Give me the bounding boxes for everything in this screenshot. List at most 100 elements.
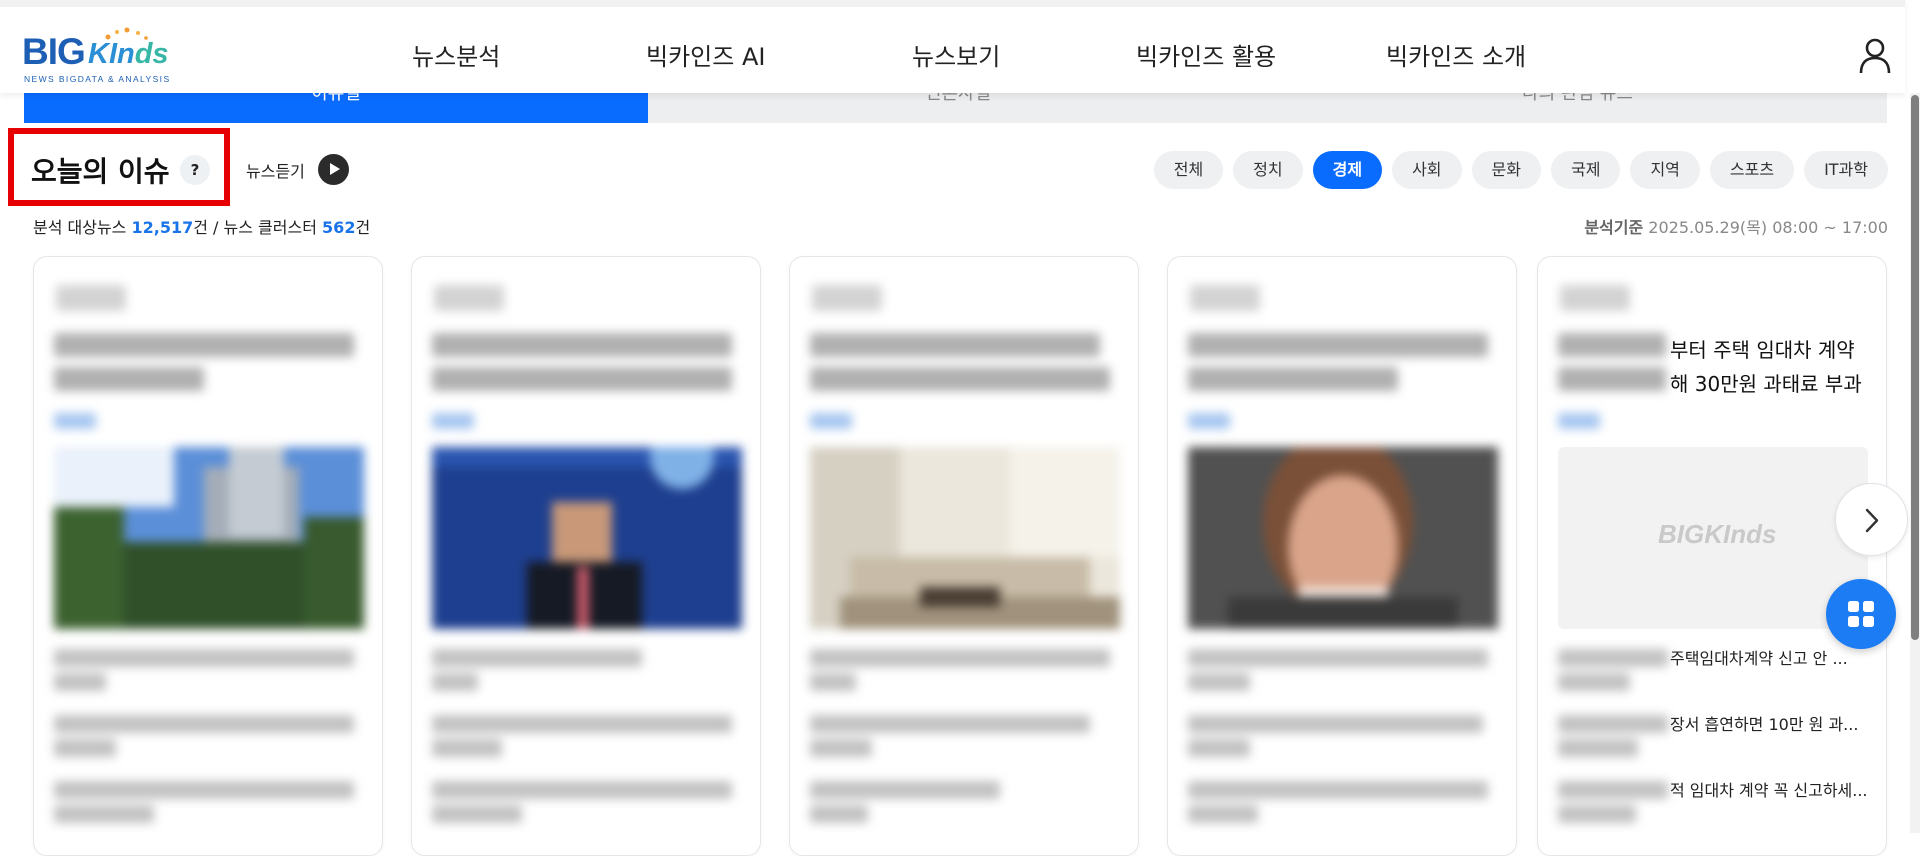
related-news-line xyxy=(810,739,872,757)
nav-bigkinds-ai[interactable]: 빅카인즈 AI xyxy=(646,37,765,72)
site-header: BIG KInds NEWS BIGDATA & ANALYSIS 뉴스분석 빅… xyxy=(0,0,1905,93)
page-title: 오늘의 이슈 xyxy=(31,155,170,188)
related-news-line xyxy=(1188,805,1258,823)
related-news-line xyxy=(1558,715,1668,733)
related-news-line xyxy=(54,649,354,667)
related-news-link[interactable]: 적 임대차 계약 꼭 신고하세... xyxy=(1670,777,1870,801)
card-title xyxy=(1558,333,1666,357)
related-news-line xyxy=(432,715,732,733)
related-news-line xyxy=(1558,649,1668,667)
card-source xyxy=(1188,413,1230,429)
related-news-line xyxy=(432,739,502,757)
related-news-line xyxy=(1188,715,1483,733)
news-count-label: 분석 대상뉴스 xyxy=(33,218,127,237)
related-news-line xyxy=(1188,673,1250,691)
issue-card[interactable] xyxy=(33,256,383,856)
related-news-line xyxy=(1188,781,1488,799)
issue-card[interactable] xyxy=(1167,256,1517,856)
issue-card[interactable]: 부터 주택 임대차 계약 해 30만원 과태료 부과 BIGKInds 주택임대… xyxy=(1537,256,1887,856)
nav-news-analysis[interactable]: 뉴스분석 xyxy=(412,37,500,72)
category-culture[interactable]: 문화 xyxy=(1471,151,1541,189)
related-news-line xyxy=(810,649,1110,667)
grid-icon xyxy=(1848,601,1874,627)
user-icon[interactable] xyxy=(1858,35,1892,75)
card-title-line: 해 30만원 과태료 부과 xyxy=(1670,372,1862,396)
play-icon[interactable] xyxy=(318,154,349,185)
issue-card[interactable] xyxy=(411,256,761,856)
category-economy[interactable]: 경제 xyxy=(1312,151,1383,189)
category-filter: 전체 정치 경제 사회 문화 국제 지역 스포츠 IT과학 xyxy=(1153,151,1888,189)
logo-big-text: BIG xyxy=(22,31,86,72)
category-international[interactable]: 국제 xyxy=(1550,151,1621,189)
nav-news-view[interactable]: 뉴스보기 xyxy=(912,37,1000,72)
card-source xyxy=(1558,413,1600,429)
card-title xyxy=(432,333,732,357)
related-news-line xyxy=(1188,649,1488,667)
related-news-link[interactable]: 장서 흡연하면 10만 원 과... xyxy=(1670,711,1870,735)
next-slide-button[interactable] xyxy=(1835,483,1908,556)
scrollbar-thumb[interactable] xyxy=(1911,95,1919,640)
analysis-basis: 분석기준 2025.05.29(목) 08:00 ~ 17:00 xyxy=(1584,214,1888,238)
related-news-line xyxy=(54,739,116,757)
listen-news-label: 뉴스듣기 xyxy=(246,162,305,181)
related-news-line xyxy=(810,715,1090,733)
analysis-stats: 분석 대상뉴스 12,517건 / 뉴스 클러스터 562건 xyxy=(33,214,370,238)
logo-kinds-main: KIn xyxy=(88,38,135,70)
card-thumbnail xyxy=(1188,447,1498,629)
card-title xyxy=(1188,333,1488,357)
related-news-line xyxy=(432,673,478,691)
card-rank-tag xyxy=(1560,285,1630,311)
cluster-count: 562 xyxy=(322,218,356,237)
card-thumbnail-placeholder: BIGKInds xyxy=(1558,447,1868,629)
card-title xyxy=(1558,367,1666,391)
logo-subtitle: NEWS BIGDATA & ANALYSIS xyxy=(24,74,171,84)
card-title xyxy=(1188,367,1398,391)
related-news-line xyxy=(810,781,1000,799)
card-title xyxy=(54,333,354,357)
related-news-line xyxy=(54,805,154,823)
related-news-line xyxy=(54,781,354,799)
related-news-line xyxy=(1558,781,1668,799)
card-title-line: 부터 주택 임대차 계약 xyxy=(1670,338,1855,362)
card-thumbnail xyxy=(432,447,742,629)
nav-bigkinds-intro[interactable]: 빅카인즈 소개 xyxy=(1386,37,1526,72)
nav-bigkinds-usage[interactable]: 빅카인즈 활용 xyxy=(1136,37,1276,72)
card-rank-tag xyxy=(812,285,882,311)
related-news-line xyxy=(54,673,106,691)
placeholder-logo: BIGKInds xyxy=(1658,519,1777,549)
card-title xyxy=(810,333,1100,357)
related-news-line xyxy=(1558,673,1630,691)
related-news-line xyxy=(1558,805,1636,823)
card-title xyxy=(432,367,732,391)
logo-kinds-tail: ds xyxy=(134,38,169,70)
help-button[interactable]: ? xyxy=(180,155,210,185)
category-sports[interactable]: 스포츠 xyxy=(1709,151,1795,189)
category-all[interactable]: 전체 xyxy=(1153,151,1224,189)
category-politics[interactable]: 정치 xyxy=(1233,151,1303,189)
card-rank-tag xyxy=(434,285,504,311)
card-source xyxy=(432,413,474,429)
related-news-line xyxy=(432,649,642,667)
category-society[interactable]: 사회 xyxy=(1392,151,1462,189)
related-news-line xyxy=(54,715,354,733)
category-region[interactable]: 지역 xyxy=(1630,151,1700,189)
card-source xyxy=(810,413,852,429)
card-rank-tag xyxy=(56,285,126,311)
category-it-science[interactable]: IT과학 xyxy=(1804,151,1888,189)
basis-label: 분석기준 xyxy=(1584,218,1644,237)
quick-menu-button[interactable] xyxy=(1826,579,1896,649)
related-news-line xyxy=(432,781,732,799)
issue-card[interactable] xyxy=(789,256,1139,856)
related-news-line xyxy=(810,673,856,691)
card-thumbnail xyxy=(54,447,364,629)
related-news-line xyxy=(1558,739,1638,757)
bigkinds-logo[interactable]: BIG KInds NEWS BIGDATA & ANALYSIS xyxy=(22,27,202,84)
cluster-label: 건 / 뉴스 클러스터 xyxy=(193,218,317,237)
card-title xyxy=(54,367,204,391)
basis-datetime: 2025.05.29(목) 08:00 ~ 17:00 xyxy=(1648,218,1888,237)
card-thumbnail xyxy=(810,447,1120,629)
cluster-unit: 건 xyxy=(355,218,371,237)
page-scrollbar[interactable] xyxy=(1910,93,1920,833)
related-news-line xyxy=(810,805,868,823)
chevron-right-icon xyxy=(1865,508,1879,533)
